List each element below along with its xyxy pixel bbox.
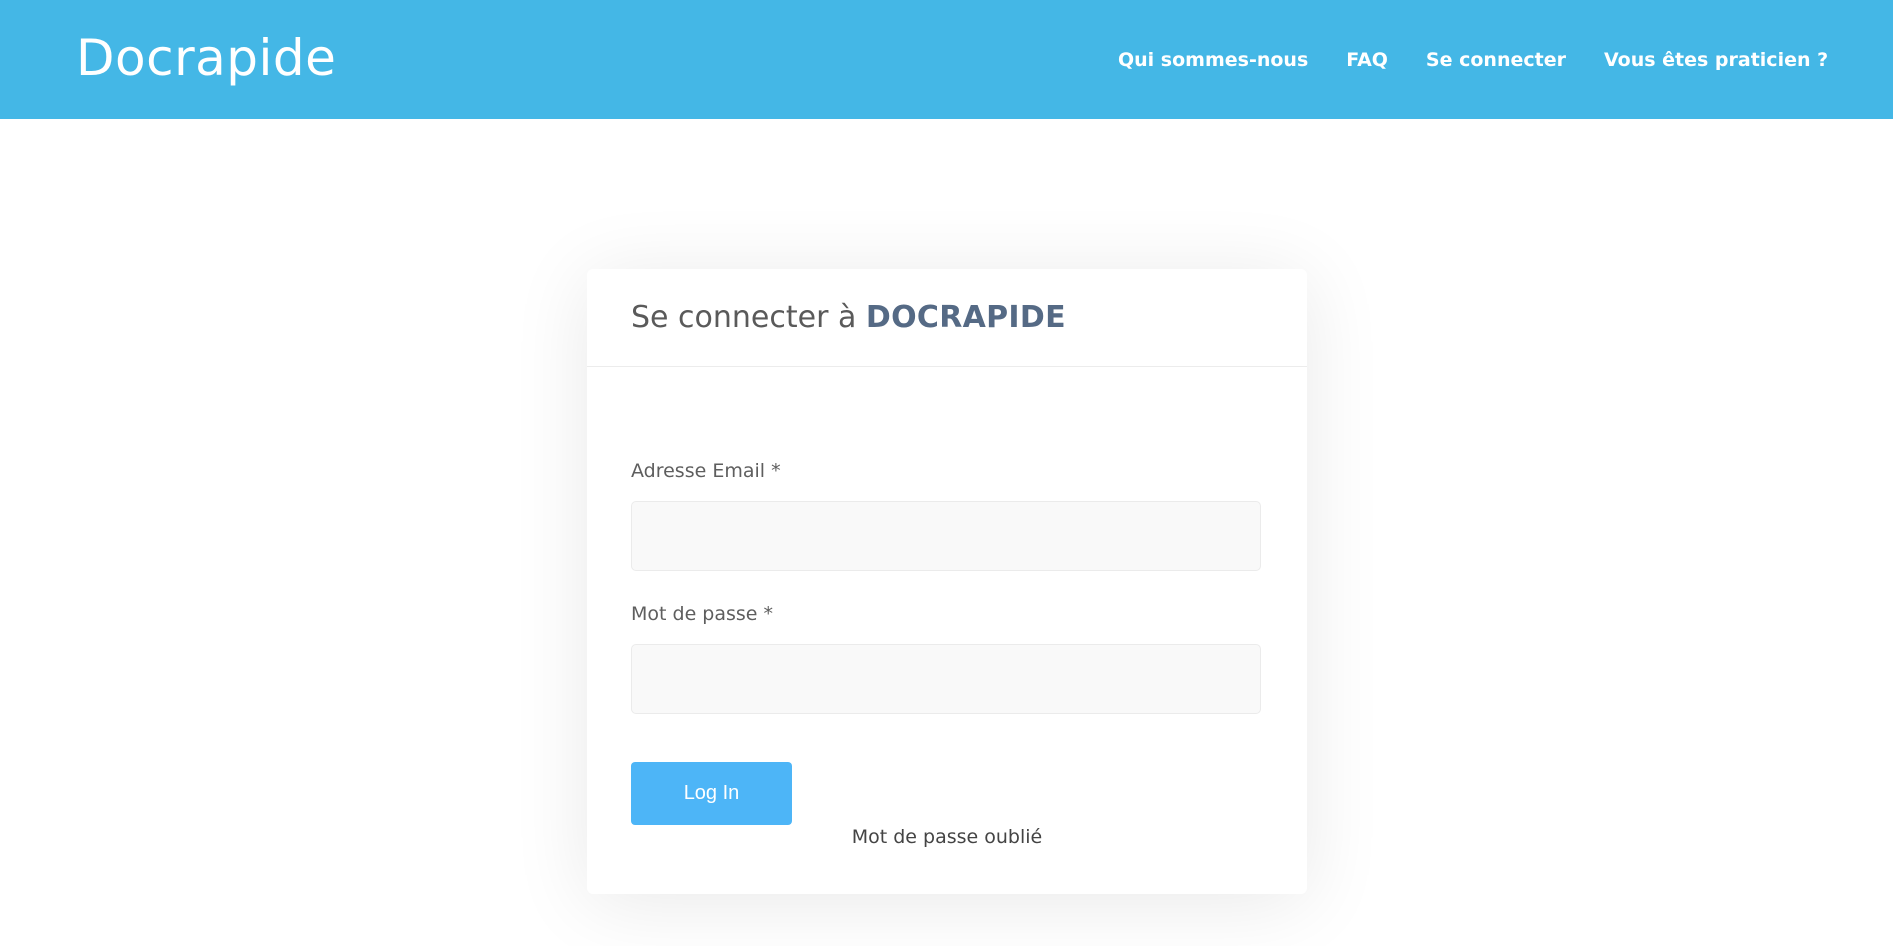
nav-link-login[interactable]: Se connecter	[1426, 48, 1566, 72]
email-field[interactable]	[631, 501, 1261, 571]
login-title-prefix: Se connecter à	[631, 300, 866, 335]
login-title-brand: DOCRAPIDE	[865, 300, 1066, 335]
site-header: Docrapide Qui sommes-nous FAQ Se connect…	[0, 0, 1893, 119]
nav-link-about[interactable]: Qui sommes-nous	[1118, 48, 1308, 72]
login-button[interactable]: Log In	[631, 762, 792, 825]
email-label: Adresse Email *	[631, 460, 781, 482]
main-nav: Qui sommes-nous FAQ Se connecter Vous êt…	[1118, 48, 1828, 72]
nav-link-faq[interactable]: FAQ	[1346, 48, 1388, 72]
nav-link-practitioner[interactable]: Vous êtes praticien ?	[1604, 48, 1828, 72]
password-field[interactable]	[631, 644, 1261, 714]
forgot-password-link[interactable]: Mot de passe oublié	[587, 825, 1307, 849]
site-logo[interactable]: Docrapide	[76, 28, 336, 88]
login-card-header: Se connecter à DOCRAPIDE	[587, 269, 1307, 367]
login-card: Se connecter à DOCRAPIDE Adresse Email *…	[587, 269, 1307, 894]
password-label: Mot de passe *	[631, 603, 774, 625]
login-title: Se connecter à DOCRAPIDE	[631, 299, 1066, 337]
